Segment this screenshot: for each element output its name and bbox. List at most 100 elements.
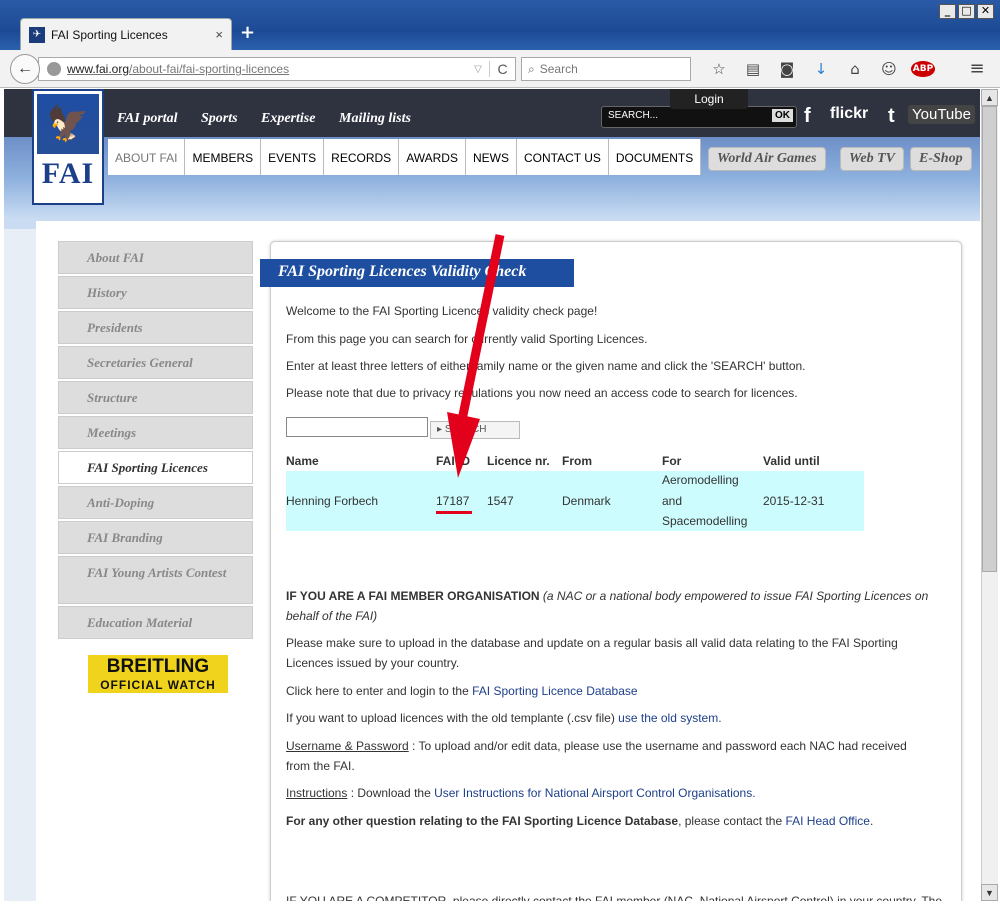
nav-members[interactable]: MEMBERS [185, 139, 262, 175]
competitor-line-cut: IF YOU ARE A COMPETITOR, please directly… [286, 894, 943, 901]
nav-about-fai[interactable]: ABOUT FAI [108, 139, 186, 175]
scroll-up-arrow[interactable]: ▲ [981, 89, 998, 106]
cell-name: Henning Forbech [286, 494, 379, 508]
cell-for-line1: Aeromodelling [662, 473, 739, 487]
reload-icon[interactable]: C [489, 61, 515, 77]
sidebar-item-young-artists[interactable]: FAI Young Artists Contest [58, 556, 253, 604]
username-password-line2: from the FAI. [286, 759, 355, 773]
flickr-icon[interactable]: flickr [830, 105, 868, 123]
old-system-line: If you want to upload licences with the … [286, 711, 722, 725]
intro-instructions: Enter at least three letters of either f… [286, 359, 806, 373]
member-org-line2: behalf of the FAI) [286, 609, 378, 623]
minimize-button[interactable]: _ [939, 4, 956, 19]
globe-icon [47, 62, 61, 76]
fai-logo[interactable]: 🦅 FAI [32, 89, 104, 205]
web-page: 🦅 FAI FAI portal Sports Expertise Mailin… [4, 89, 980, 901]
intro-privacy-note: Please note that due to privacy regulati… [286, 386, 798, 400]
member-org-line: IF YOU ARE A FAI MEMBER ORGANISATION (a … [286, 589, 929, 603]
sidebar-item-fai-sporting-licences[interactable]: FAI Sporting Licences [58, 451, 253, 484]
nav-events[interactable]: EVENTS [261, 139, 325, 175]
nav-records[interactable]: RECORDS [324, 139, 400, 175]
top-link-mailing-lists[interactable]: Mailing lists [339, 111, 411, 127]
abp-icon[interactable]: ABP [910, 61, 936, 77]
youtube-icon[interactable]: YouTube [908, 105, 975, 124]
sidebar-item-anti-doping[interactable]: Anti-Doping [58, 486, 253, 519]
facebook-icon[interactable]: f [804, 105, 811, 128]
old-system-link[interactable]: use the old system. [618, 711, 721, 725]
new-tab-button[interactable]: + [240, 22, 255, 43]
col-header-licence: Licence nr. [487, 454, 550, 468]
page-title: FAI Sporting Licences Validity Check [260, 259, 574, 287]
fai-head-office-link[interactable]: FAI Head Office [785, 814, 870, 828]
cell-licence: 1547 [487, 494, 514, 508]
licence-search-button[interactable]: ▸ SEARCH [430, 421, 520, 439]
col-header-fai-id: FAI ID [436, 454, 471, 468]
sidebar-item-structure[interactable]: Structure [58, 381, 253, 414]
search-placeholder: Search [539, 62, 578, 76]
tab-close-icon[interactable]: × [215, 27, 223, 42]
world-air-games-button[interactable]: World Air Games [708, 147, 826, 171]
nav-awards[interactable]: AWARDS [399, 139, 466, 175]
sidebar-item-meetings[interactable]: Meetings [58, 416, 253, 449]
col-header-for: For [662, 454, 682, 468]
history-dropdown-icon[interactable]: ▽ [467, 64, 489, 75]
download-icon[interactable]: ↓ [804, 57, 838, 81]
other-question-line: For any other question relating to the F… [286, 814, 874, 828]
sidebar-item-presidents[interactable]: Presidents [58, 311, 253, 344]
col-header-valid-until: Valid until [763, 454, 820, 468]
user-instructions-link[interactable]: User Instructions for National Airsport … [434, 786, 755, 800]
scroll-down-arrow[interactable]: ▼ [981, 884, 998, 901]
tab-title: FAI Sporting Licences [51, 27, 168, 42]
username-password-line: Username & Password : To upload and/or e… [286, 739, 907, 753]
home-icon[interactable]: ⌂ [838, 57, 872, 81]
search-icon: ⌕ [528, 61, 535, 76]
licence-search-input[interactable] [286, 417, 428, 437]
col-header-from: From [562, 454, 592, 468]
browser-search-input[interactable]: ⌕ Search [521, 57, 691, 81]
intro-welcome: Welcome to the FAI Sporting Licences val… [286, 304, 598, 318]
sidebar-item-fai-branding[interactable]: FAI Branding [58, 521, 253, 554]
top-link-sports[interactable]: Sports [201, 111, 238, 127]
url-text[interactable]: www.fai.org/about-fai/fai-sporting-licen… [67, 62, 467, 76]
url-bar[interactable]: www.fai.org/about-fai/fai-sporting-licen… [38, 57, 516, 81]
annotation-underline [436, 511, 472, 514]
site-search-input[interactable]: SEARCH... OK [601, 106, 797, 128]
site-search-ok-button[interactable]: OK [772, 109, 793, 122]
sidebar: About FAI History Presidents Secretaries… [58, 241, 253, 641]
menu-icon[interactable]: ≡ [960, 57, 994, 81]
clipboard-icon[interactable]: ▤ [736, 57, 770, 81]
nav-contact-us[interactable]: CONTACT US [517, 139, 609, 175]
back-button[interactable]: ← [10, 54, 40, 84]
cell-from: Denmark [562, 494, 611, 508]
breitling-sponsor-logo[interactable]: BREITLING OFFICIAL WATCH [88, 655, 228, 693]
nav-news[interactable]: NEWS [466, 139, 517, 175]
sidebar-item-education-material[interactable]: Education Material [58, 606, 253, 639]
top-link-fai-portal[interactable]: FAI portal [117, 111, 178, 127]
licence-database-link[interactable]: FAI Sporting Licence Database [472, 684, 637, 698]
e-shop-button[interactable]: E-Shop [910, 147, 972, 171]
pocket-icon[interactable]: ◙ [770, 57, 804, 81]
maximize-button[interactable]: □ [958, 4, 975, 19]
intro-search-info: From this page you can search for curren… [286, 332, 648, 346]
upload-text-line2: Licences issued by your country. [286, 656, 460, 670]
sidebar-item-about-fai[interactable]: About FAI [58, 241, 253, 274]
upload-text-line1: Please make sure to upload in the databa… [286, 636, 898, 650]
top-link-expertise[interactable]: Expertise [261, 111, 315, 127]
scroll-thumb[interactable] [982, 106, 997, 572]
fai-favicon-icon: ✈ [29, 26, 45, 43]
twitter-icon[interactable]: t [888, 105, 895, 128]
nav-documents[interactable]: DOCUMENTS [609, 139, 702, 175]
sidebar-item-history[interactable]: History [58, 276, 253, 309]
instructions-line: Instructions : Download the User Instruc… [286, 786, 756, 800]
star-icon[interactable]: ☆ [702, 57, 736, 81]
db-login-line: Click here to enter and login to the FAI… [286, 684, 638, 698]
col-header-name: Name [286, 454, 319, 468]
sidebar-item-secretaries-general[interactable]: Secretaries General [58, 346, 253, 379]
close-button[interactable]: ✕ [977, 4, 994, 19]
web-tv-button[interactable]: Web TV [840, 147, 905, 171]
cell-for-line2: and [662, 494, 683, 508]
window-controls: _ □ ✕ [939, 4, 994, 19]
login-button[interactable]: Login [670, 89, 748, 109]
chat-icon[interactable]: ☺ [872, 57, 906, 81]
browser-tab[interactable]: ✈ FAI Sporting Licences × [20, 18, 232, 50]
